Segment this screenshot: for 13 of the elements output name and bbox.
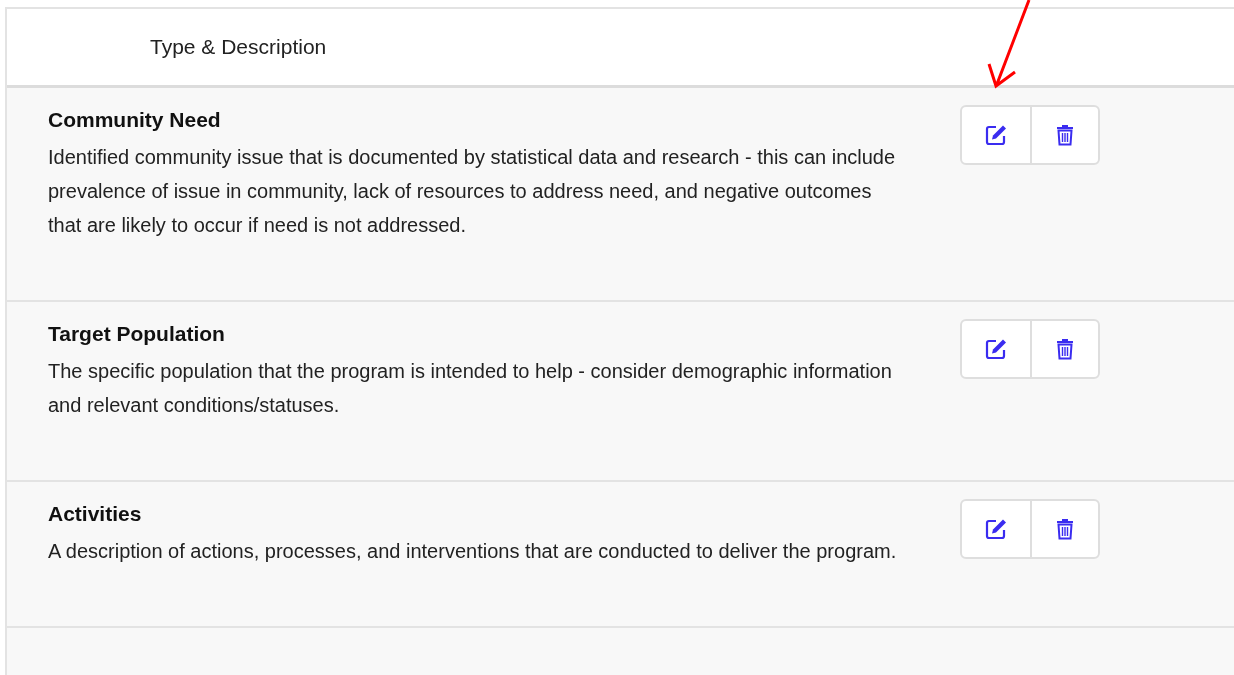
type-title: Activities — [48, 502, 143, 526]
edit-icon — [985, 518, 1007, 540]
type-title: Target Population — [48, 322, 226, 346]
trash-icon — [1056, 518, 1074, 540]
edit-icon — [985, 124, 1007, 146]
column-header: Type & Description — [150, 35, 327, 59]
trash-icon — [1056, 124, 1074, 146]
type-description: A description of actions, processes, and interventions that are conducted to deliver the program. — [48, 539, 898, 564]
type-title: Community Need — [48, 108, 222, 132]
trash-icon — [1056, 338, 1074, 360]
type-description: The specific population that the program is intended to help - consider demographic information and relevant conditions/statuses. — [48, 359, 893, 418]
type-description: Identified community issue that is documented by statistical data and research - this can include prevalence of issue in community, lack of resources to address need, and negative outcomes that are likely to occur if need is not addressed. — [48, 145, 897, 238]
edit-icon — [985, 338, 1007, 360]
